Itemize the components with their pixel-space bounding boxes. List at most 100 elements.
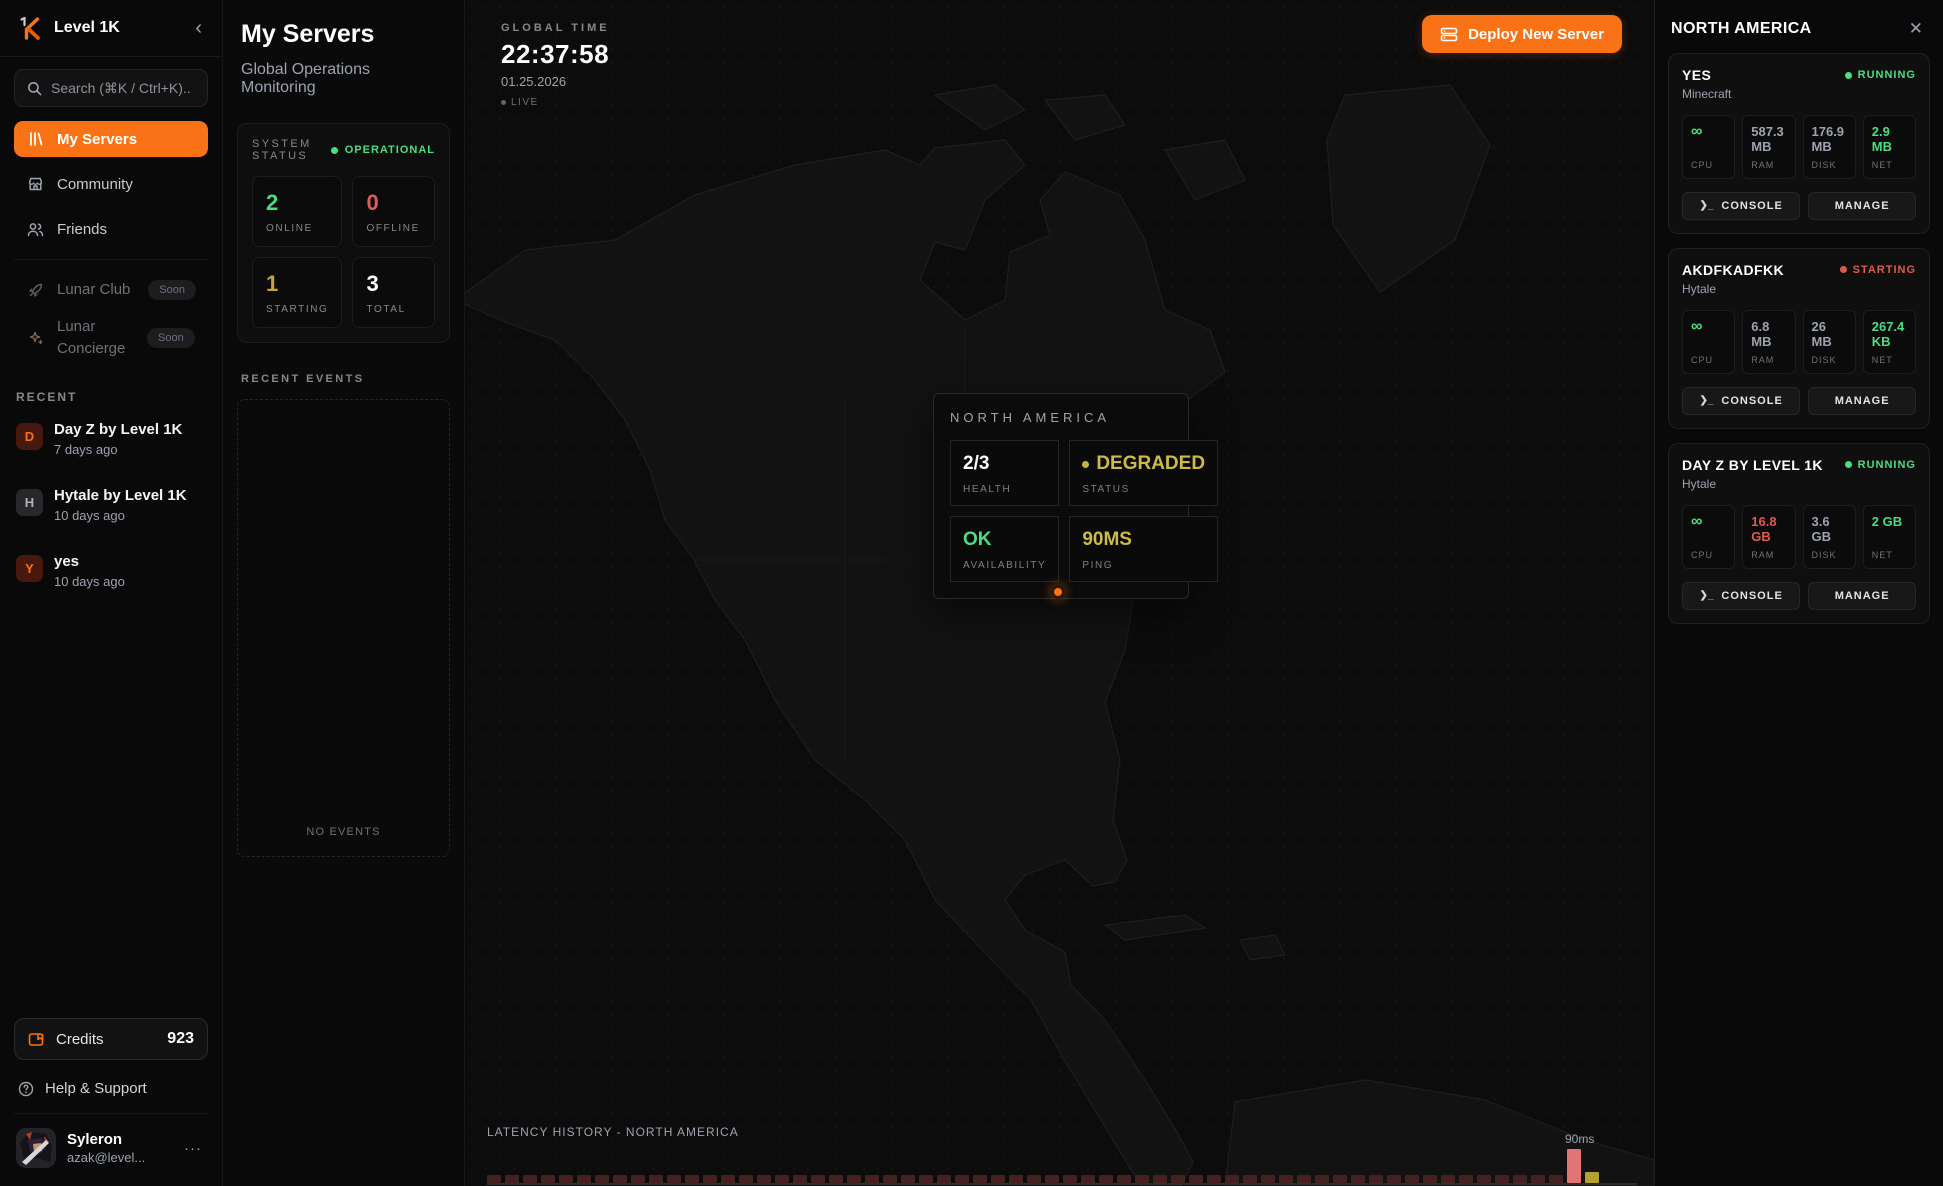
system-status-card: SYSTEM STATUS OPERATIONAL 2 ONLINE 0 OFF…	[237, 123, 450, 343]
sparkles-icon	[26, 330, 45, 346]
recent-item[interactable]: H Hytale by Level 1K 10 days ago	[0, 478, 222, 532]
stat-total: 3 TOTAL	[352, 257, 435, 328]
status-dot-icon	[1845, 461, 1852, 468]
manage-button[interactable]: MANAGE	[1808, 582, 1916, 610]
sidebar-item-lunar-concierge[interactable]: Lunar Concierge Soon	[14, 312, 208, 364]
deploy-button-label: Deploy New Server	[1468, 26, 1604, 43]
sidebar-item-label: Friends	[57, 221, 107, 238]
status-dot-icon	[1082, 461, 1089, 468]
stat-label: STARTING	[266, 304, 328, 315]
server-stats-grid: ∞CPU 587.3 MBRAM 176.9 MBDISK 2.9 MBNET	[1682, 115, 1916, 179]
recent-item[interactable]: D Day Z by Level 1K 7 days ago	[0, 412, 222, 466]
live-dot-icon	[501, 100, 506, 105]
help-support-label: Help & Support	[45, 1080, 147, 1097]
search-input[interactable]: Search (⌘K / Ctrl+K)..	[14, 69, 208, 107]
sidebar-item-my-servers[interactable]: My Servers	[14, 121, 208, 157]
recent-item-time: 7 days ago	[54, 442, 182, 457]
latency-bar	[685, 1175, 699, 1183]
stat-label: ONLINE	[266, 223, 328, 234]
region-panel-header: NORTH AMERICA ✕	[1668, 0, 1930, 53]
stat-value: 0	[366, 190, 421, 216]
region-panel-title: NORTH AMERICA	[1671, 20, 1812, 38]
stat-value: 176.9 MB	[1812, 125, 1847, 155]
sidebar-collapse-button[interactable]: ‹	[191, 18, 206, 38]
page-title: My Servers	[223, 20, 464, 49]
stat-online: 2 ONLINE	[252, 176, 342, 247]
latency-bar	[757, 1175, 771, 1183]
server-card: AKDFKADFKK Hytale STARTING ∞CPU 6.8 MBRA…	[1668, 248, 1930, 429]
latency-bar	[1279, 1175, 1293, 1183]
stat-label: RAM	[1751, 155, 1786, 170]
sidebar-item-community[interactable]: Community	[14, 166, 208, 202]
latency-bar	[523, 1175, 537, 1183]
latency-bar	[1261, 1175, 1275, 1183]
search-placeholder: Search (⌘K / Ctrl+K)..	[51, 80, 191, 97]
stat-label: DISK	[1812, 350, 1847, 365]
global-time-clock: 22:37:58	[501, 39, 610, 70]
server-name: AKDFKADFKK	[1682, 262, 1784, 278]
latency-bar	[793, 1175, 807, 1183]
server-stats-grid: ∞CPU 16.8 GBRAM 3.6 GBDISK 2 GBNET	[1682, 505, 1916, 569]
server-initial-badge: H	[16, 489, 43, 516]
sidebar-item-label: Community	[57, 176, 133, 193]
console-button[interactable]: ❯_CONSOLE	[1682, 387, 1800, 415]
manage-button[interactable]: MANAGE	[1808, 387, 1916, 415]
latency-bar	[937, 1175, 951, 1183]
user-name: Syleron	[67, 1131, 169, 1148]
server-game: Hytale	[1682, 477, 1823, 491]
server-card-actions: ❯_CONSOLE MANAGE	[1682, 192, 1916, 220]
popup-label: PING	[1082, 560, 1205, 571]
latency-bar	[541, 1175, 555, 1183]
stat-ram: 6.8 MBRAM	[1742, 310, 1795, 374]
stat-label: OFFLINE	[366, 223, 421, 234]
help-support-button[interactable]: Help & Support	[0, 1072, 222, 1107]
sidebar-item-label: Lunar Club	[57, 279, 136, 301]
global-time-date: 01.25.2026	[501, 74, 610, 89]
stat-net: 2.9 MBNET	[1863, 115, 1916, 179]
server-game: Hytale	[1682, 282, 1784, 296]
close-icon[interactable]: ✕	[1905, 17, 1927, 41]
server-name: YES	[1682, 67, 1731, 83]
user-menu[interactable]: Syleron azak@level... ···	[0, 1116, 222, 1186]
credits-button[interactable]: Credits 923	[14, 1018, 208, 1060]
console-button[interactable]: ❯_CONSOLE	[1682, 582, 1800, 610]
overflow-menu-icon[interactable]: ···	[180, 1140, 206, 1157]
latency-bar	[775, 1175, 789, 1183]
latency-bar	[721, 1175, 735, 1183]
server-name: DAY Z BY LEVEL 1K	[1682, 457, 1823, 473]
latency-bar	[1243, 1175, 1257, 1183]
region-marker-dot[interactable]	[1051, 585, 1065, 599]
console-button[interactable]: ❯_CONSOLE	[1682, 192, 1800, 220]
world-map[interactable]: GLOBAL TIME 22:37:58 01.25.2026 LIVE Dep…	[465, 0, 1654, 1186]
latency-bar	[1459, 1175, 1473, 1183]
terminal-prompt-icon: ❯_	[1699, 395, 1713, 406]
sidebar-item-lunar-club[interactable]: Lunar Club Soon	[14, 272, 208, 308]
popup-value: 2/3	[963, 453, 1046, 475]
latency-bar	[1081, 1175, 1095, 1183]
recent-events-box: NO EVENTS	[237, 399, 450, 857]
server-card-header: AKDFKADFKK Hytale STARTING	[1682, 262, 1916, 296]
sidebar-item-friends[interactable]: Friends	[14, 211, 208, 247]
stat-value: 267.4 KB	[1872, 320, 1907, 350]
popup-label: AVAILABILITY	[963, 560, 1046, 571]
manage-button[interactable]: MANAGE	[1808, 192, 1916, 220]
global-time-label: GLOBAL TIME	[501, 22, 610, 34]
latency-bar	[1297, 1175, 1311, 1183]
latency-bar	[1513, 1175, 1527, 1183]
sidebar: Level 1K ‹ Search (⌘K / Ctrl+K).. My Ser…	[0, 0, 223, 1186]
stat-disk: 26 MBDISK	[1803, 310, 1856, 374]
recent-item[interactable]: Y yes 10 days ago	[0, 544, 222, 598]
stat-label: RAM	[1751, 350, 1786, 365]
status-dot-icon	[1840, 266, 1847, 273]
deploy-new-server-button[interactable]: Deploy New Server	[1422, 15, 1622, 53]
community-icon	[26, 176, 45, 192]
brand-row: Level 1K ‹	[0, 0, 222, 57]
latency-bar	[1549, 1175, 1563, 1183]
latency-bar	[973, 1175, 987, 1183]
region-popup: NORTH AMERICA 2/3 HEALTH DEGRADED STATUS…	[933, 393, 1189, 599]
popup-value: OK	[963, 529, 1046, 551]
stat-value: ∞	[1691, 515, 1726, 529]
latency-bar	[1351, 1175, 1365, 1183]
latency-bar	[1063, 1175, 1077, 1183]
stat-label: NET	[1872, 545, 1907, 560]
